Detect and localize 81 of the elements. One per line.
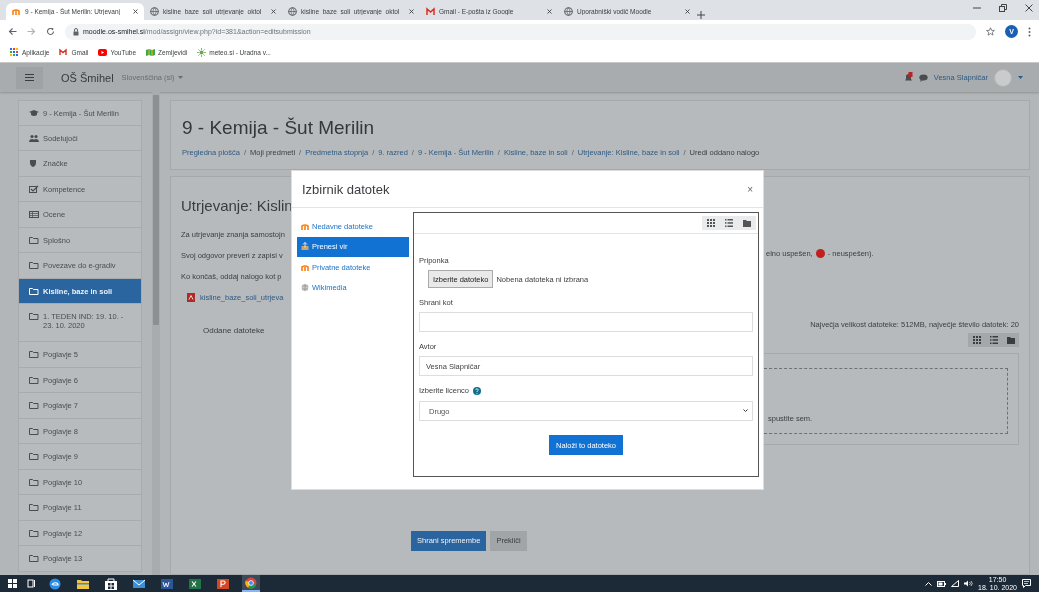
grid-view-icon[interactable] <box>707 219 715 227</box>
folder-icon <box>29 235 39 245</box>
apps-grid-icon <box>10 48 19 57</box>
sun-icon <box>197 48 207 57</box>
more-menu-icon[interactable] <box>1028 26 1031 37</box>
document-app-icon <box>161 577 173 590</box>
browser-logo-icon <box>49 577 61 590</box>
notifications-icon[interactable] <box>1022 579 1031 588</box>
browser-logo-icon <box>245 576 257 589</box>
folder-icon <box>29 554 39 563</box>
folder-icon <box>29 503 39 512</box>
new-tab-icon[interactable] <box>696 10 706 20</box>
start-icon[interactable] <box>8 579 17 588</box>
globe-icon <box>288 7 297 16</box>
lock-icon <box>73 27 79 36</box>
map-icon <box>146 48 155 57</box>
battery-icon[interactable] <box>937 580 947 587</box>
globe-icon <box>150 7 159 16</box>
graduation-cap-icon <box>29 109 39 118</box>
checkbox-icon <box>29 184 39 194</box>
moodle-logo-icon <box>301 221 309 231</box>
spreadsheet-app-icon <box>189 577 201 590</box>
folder-icon <box>77 577 89 590</box>
folder-icon[interactable] <box>743 219 751 227</box>
moodle-logo-icon <box>12 7 21 16</box>
page-title: 9 - Kemija - Šut Merilin <box>182 117 376 139</box>
play-logo-icon <box>98 48 108 57</box>
close-icon[interactable] <box>685 9 690 14</box>
caret-icon <box>177 76 183 79</box>
folder-icon <box>29 528 39 538</box>
scrollbar-thumb[interactable] <box>153 95 159 325</box>
list-view-icon[interactable] <box>989 336 998 344</box>
star-icon[interactable] <box>986 27 995 36</box>
notification-bell-icon[interactable] <box>903 72 913 83</box>
close-icon[interactable] <box>409 9 414 14</box>
folder-icon <box>29 261 39 270</box>
folder-icon <box>29 312 39 321</box>
save-as-field[interactable] <box>419 312 753 332</box>
menu-icon <box>25 74 34 81</box>
folder-icon <box>29 426 39 436</box>
users-icon <box>29 133 39 143</box>
volume-icon[interactable] <box>964 580 974 587</box>
folder-icon <box>29 401 39 410</box>
taskbar-app-button[interactable] <box>102 575 120 592</box>
folder-icon <box>29 286 39 296</box>
moodle-logo-icon <box>301 262 309 272</box>
chevron-down-icon <box>743 409 748 413</box>
dialog-title: Izbirnik datotek <box>302 181 390 197</box>
folder-icon[interactable] <box>1006 336 1015 344</box>
envelope-icon <box>133 577 145 590</box>
reload-icon[interactable] <box>46 27 55 36</box>
globe-icon <box>564 7 573 16</box>
folder-icon <box>29 452 39 461</box>
close-icon[interactable] <box>1025 3 1033 12</box>
mail-logo-icon <box>426 7 435 16</box>
globe-icon <box>301 283 309 293</box>
chat-bubble-icon[interactable] <box>918 73 928 82</box>
restore-icon[interactable] <box>999 3 1007 12</box>
presentation-app-icon <box>217 577 229 590</box>
upload-icon <box>301 242 309 252</box>
task-view-icon[interactable] <box>27 579 36 588</box>
close-icon[interactable] <box>133 9 138 14</box>
site-name[interactable]: OŠ Šmihel <box>61 71 114 84</box>
grid-view-icon[interactable] <box>972 336 981 344</box>
chevron-up-icon[interactable] <box>925 581 933 586</box>
field-label: Oddane datoteke <box>202 326 266 335</box>
help-icon[interactable] <box>473 386 482 395</box>
list-view-icon[interactable] <box>725 219 733 227</box>
folder-icon <box>29 375 39 385</box>
mail-logo-icon <box>59 48 69 57</box>
folder-icon <box>29 477 39 487</box>
table-icon <box>29 210 39 219</box>
shield-icon <box>29 159 39 168</box>
close-icon[interactable] <box>271 9 276 14</box>
menu-button[interactable] <box>16 66 43 89</box>
close-icon[interactable] <box>547 9 552 14</box>
back-arrow-icon[interactable] <box>8 27 17 36</box>
folder-icon <box>29 350 39 359</box>
pdf-file-icon <box>187 293 195 302</box>
caret-icon[interactable] <box>1018 76 1023 79</box>
close-button[interactable]: × <box>747 183 753 195</box>
